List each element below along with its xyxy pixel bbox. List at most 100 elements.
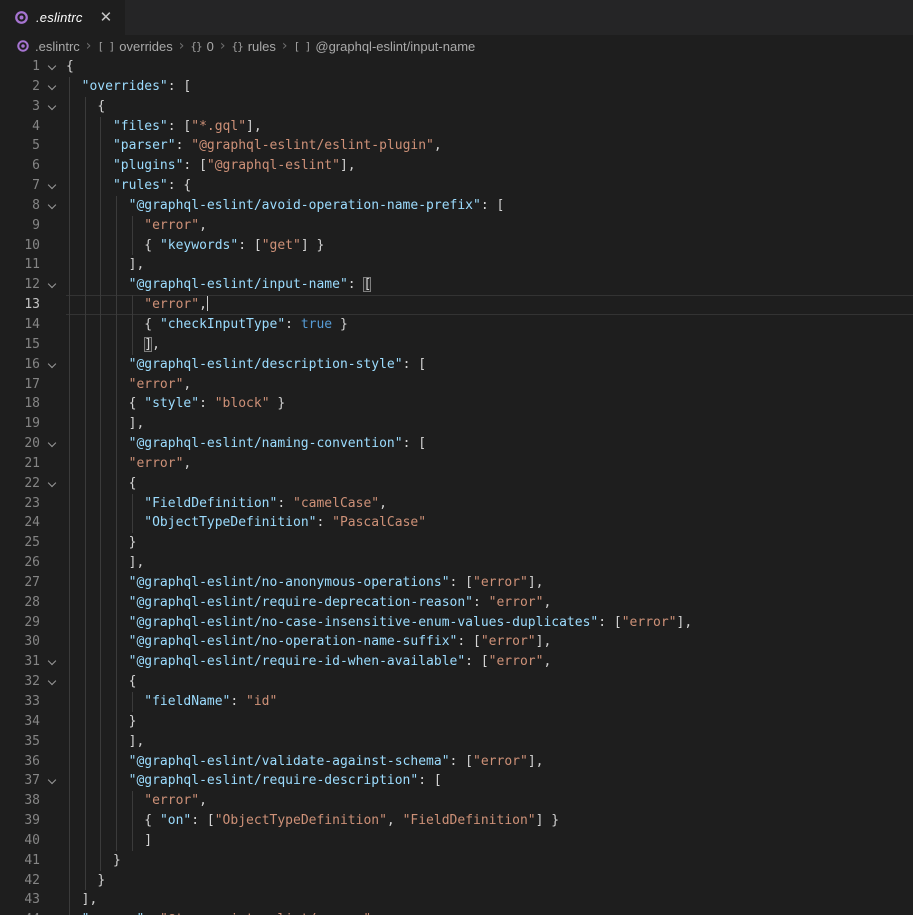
- code-line[interactable]: 21 "error",: [0, 454, 913, 474]
- code-token: }: [97, 873, 105, 888]
- line-number: 10: [0, 236, 40, 256]
- code-line[interactable]: 31 "@graphql-eslint/require-id-when-avai…: [0, 652, 913, 672]
- indent-guide: [116, 355, 117, 375]
- breadcrumb-item[interactable]: {}0: [190, 39, 213, 54]
- code-line[interactable]: 4 "files": ["*.gql"],: [0, 117, 913, 137]
- fold-chevron-icon[interactable]: [40, 275, 66, 295]
- indent-guide: [116, 375, 117, 395]
- code-line[interactable]: 40 ]: [0, 831, 913, 851]
- code-line[interactable]: 10 { "keywords": ["get"] }: [0, 236, 913, 256]
- code-line[interactable]: 42 }: [0, 871, 913, 891]
- fold-chevron-icon[interactable]: [40, 771, 66, 791]
- symbol-array-icon: [ ]: [294, 40, 311, 53]
- indent-guide: [132, 335, 133, 355]
- tab-title: .eslintrc: [36, 10, 83, 25]
- indent-guide: [69, 692, 70, 712]
- code-line[interactable]: 18 { "style": "block" }: [0, 394, 913, 414]
- code-line[interactable]: 24 "ObjectTypeDefinition": "PascalCase": [0, 513, 913, 533]
- code-token: "@graphql-eslint/avoid-operation-name-pr…: [129, 198, 481, 213]
- code-line[interactable]: 19 ],: [0, 414, 913, 434]
- close-icon[interactable]: ✕: [97, 8, 116, 27]
- indent-guide: [100, 533, 101, 553]
- code-token: :: [285, 317, 301, 332]
- code-token: : [: [481, 198, 504, 213]
- indent-guide: [116, 771, 117, 791]
- code-line[interactable]: 36 "@graphql-eslint/validate-against-sch…: [0, 752, 913, 772]
- code-line[interactable]: 11 ],: [0, 255, 913, 275]
- code-line[interactable]: 39 { "on": ["ObjectTypeDefinition", "Fie…: [0, 811, 913, 831]
- indent-guide: [132, 791, 133, 811]
- code-line[interactable]: 34 }: [0, 712, 913, 732]
- code-token: ,: [199, 218, 207, 233]
- fold-chevron-icon[interactable]: [40, 196, 66, 216]
- breadcrumb-item[interactable]: .eslintrc: [16, 39, 80, 54]
- breadcrumb-item[interactable]: [ ]overrides: [97, 39, 172, 54]
- fold-chevron-icon[interactable]: [40, 434, 66, 454]
- code-line[interactable]: 8 "@graphql-eslint/avoid-operation-name-…: [0, 196, 913, 216]
- code-line[interactable]: 1{: [0, 57, 913, 77]
- code-line[interactable]: 14 { "checkInputType": true }: [0, 315, 913, 335]
- fold-chevron-icon[interactable]: [40, 57, 66, 77]
- indent-guide: [132, 811, 133, 831]
- breadcrumb-item[interactable]: {}rules: [231, 39, 275, 54]
- fold-chevron-icon[interactable]: [40, 77, 66, 97]
- fold-gutter: [40, 454, 66, 474]
- fold-chevron-icon[interactable]: [40, 176, 66, 196]
- code-line[interactable]: 30 "@graphql-eslint/no-operation-name-su…: [0, 632, 913, 652]
- code-token: :: [277, 496, 293, 511]
- code-line[interactable]: 13 "error",: [0, 295, 913, 315]
- code-line[interactable]: 16 "@graphql-eslint/description-style": …: [0, 355, 913, 375]
- code-line[interactable]: 7 "rules": {: [0, 176, 913, 196]
- code-token: : [: [450, 754, 473, 769]
- line-content: {: [66, 474, 913, 494]
- fold-chevron-icon[interactable]: [40, 652, 66, 672]
- line-number: 43: [0, 890, 40, 910]
- fold-gutter: [40, 375, 66, 395]
- fold-chevron-icon[interactable]: [40, 355, 66, 375]
- code-line[interactable]: 12 "@graphql-eslint/input-name": [: [0, 275, 913, 295]
- code-line[interactable]: 27 "@graphql-eslint/no-anonymous-operati…: [0, 573, 913, 593]
- fold-chevron-icon[interactable]: [40, 672, 66, 692]
- tab-eslintrc[interactable]: .eslintrc ✕: [0, 0, 125, 35]
- code-token: ],: [536, 634, 552, 649]
- code-line[interactable]: 3 {: [0, 97, 913, 117]
- code-line[interactable]: 41 }: [0, 851, 913, 871]
- code-line[interactable]: 25 }: [0, 533, 913, 553]
- code-line[interactable]: 22 {: [0, 474, 913, 494]
- breadcrumb-item[interactable]: [ ]@graphql-eslint/input-name: [294, 39, 476, 54]
- code-line[interactable]: 44 "parser": "@typescript-eslint/parser": [0, 910, 913, 915]
- code-line[interactable]: 32 {: [0, 672, 913, 692]
- indent-guide: [116, 632, 117, 652]
- code-line[interactable]: 37 "@graphql-eslint/require-description"…: [0, 771, 913, 791]
- code-line[interactable]: 2 "overrides": [: [0, 77, 913, 97]
- code-editor[interactable]: 1{2 "overrides": [3 {4 "files": ["*.gql"…: [0, 57, 913, 915]
- code-line[interactable]: 28 "@graphql-eslint/require-deprecation-…: [0, 593, 913, 613]
- indent-guide: [85, 434, 86, 454]
- code-line[interactable]: 43 ],: [0, 890, 913, 910]
- code-line[interactable]: 38 "error",: [0, 791, 913, 811]
- code-line[interactable]: 20 "@graphql-eslint/naming-convention": …: [0, 434, 913, 454]
- indent-guide: [85, 811, 86, 831]
- code-token: "error": [481, 634, 536, 649]
- code-token: {: [129, 476, 137, 491]
- fold-gutter: [40, 791, 66, 811]
- symbol-array-icon: [ ]: [97, 40, 114, 53]
- code-line[interactable]: 35 ],: [0, 732, 913, 752]
- code-line[interactable]: 29 "@graphql-eslint/no-case-insensitive-…: [0, 613, 913, 633]
- fold-chevron-icon[interactable]: [40, 474, 66, 494]
- code-line[interactable]: 5 "parser": "@graphql-eslint/eslint-plug…: [0, 136, 913, 156]
- code-line[interactable]: 17 "error",: [0, 375, 913, 395]
- code-line[interactable]: 23 "FieldDefinition": "camelCase",: [0, 494, 913, 514]
- indent-guide: [100, 712, 101, 732]
- code-line[interactable]: 6 "plugins": ["@graphql-eslint"],: [0, 156, 913, 176]
- code-line[interactable]: 15 ],: [0, 335, 913, 355]
- code-line[interactable]: 33 "fieldName": "id": [0, 692, 913, 712]
- code-line[interactable]: 9 "error",: [0, 216, 913, 236]
- code-line[interactable]: 26 ],: [0, 553, 913, 573]
- fold-chevron-icon[interactable]: [40, 97, 66, 117]
- line-content: "@graphql-eslint/require-description": [: [66, 771, 913, 791]
- line-number: 19: [0, 414, 40, 434]
- indent-guide: [100, 394, 101, 414]
- eslint-icon: [14, 10, 29, 25]
- line-number: 37: [0, 771, 40, 791]
